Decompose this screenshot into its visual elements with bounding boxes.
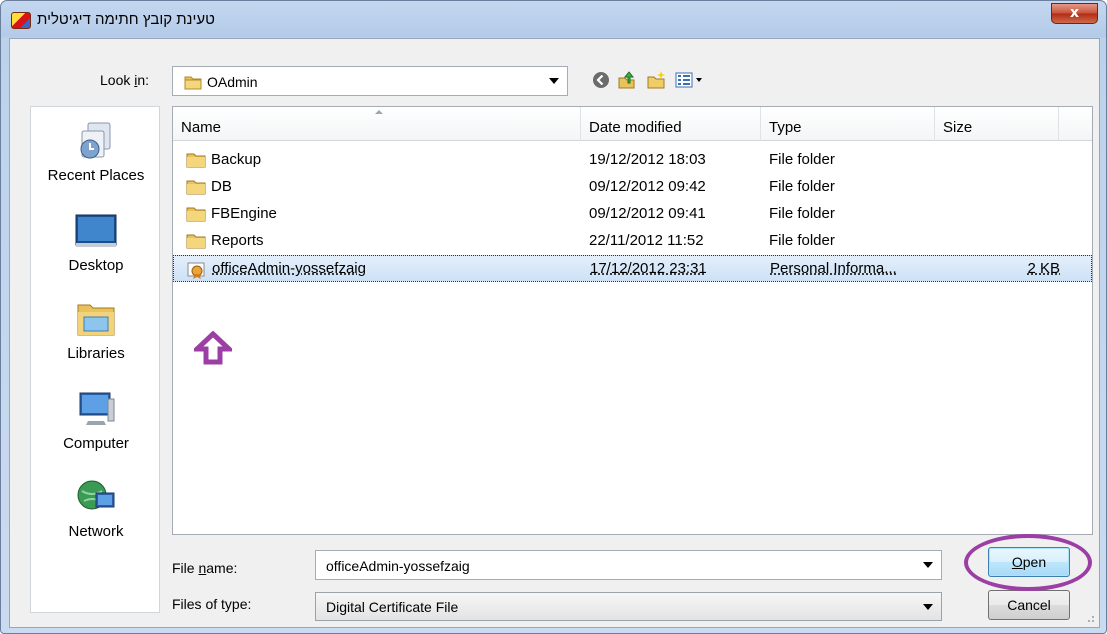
place-libraries[interactable]: Libraries bbox=[31, 297, 161, 362]
file-name: Reports bbox=[211, 232, 264, 249]
file-type: Personal Informa... bbox=[770, 260, 897, 277]
views-menu-button[interactable] bbox=[672, 69, 708, 91]
column-header-size[interactable]: Size bbox=[935, 107, 1059, 141]
file-row[interactable]: Reports 22/11/2012 11:52 File folder bbox=[173, 228, 1092, 255]
close-icon: x bbox=[1069, 5, 1080, 21]
file-type: File folder bbox=[769, 151, 835, 168]
place-label: Recent Places bbox=[47, 167, 145, 184]
chevron-down-icon[interactable] bbox=[923, 604, 933, 610]
file-name: DB bbox=[211, 178, 232, 195]
certificate-icon bbox=[187, 262, 205, 279]
file-row[interactable]: DB 09/12/2012 09:42 File folder bbox=[173, 174, 1092, 201]
computer-icon bbox=[74, 387, 118, 431]
column-header-name[interactable]: Name bbox=[173, 107, 581, 141]
close-button[interactable]: x bbox=[1051, 3, 1098, 24]
app-icon bbox=[11, 12, 31, 29]
look-in-combo[interactable]: OAdmin bbox=[172, 66, 568, 96]
file-open-dialog: טעינת קובץ חתימה דיגיטלית x Look in: OAd… bbox=[0, 0, 1107, 634]
file-row-selected[interactable]: officeAdmin-yossefzaig 17/12/2012 23:31 … bbox=[173, 255, 1092, 282]
up-folder-icon bbox=[618, 71, 635, 89]
file-type-value: Digital Certificate File bbox=[326, 599, 459, 615]
file-type: File folder bbox=[769, 232, 835, 249]
file-list[interactable]: Name Date modified Type Size Backup 19/1… bbox=[172, 106, 1093, 535]
place-label: Network bbox=[68, 523, 124, 540]
file-name-value: officeAdmin-yossefzaig bbox=[326, 558, 470, 574]
look-in-value: OAdmin bbox=[207, 74, 258, 90]
annotation-arrow-icon bbox=[194, 331, 232, 365]
dialog-client: Look in: OAdmin Recent Places Desktop Li… bbox=[9, 38, 1100, 628]
column-header-type[interactable]: Type bbox=[761, 107, 935, 141]
back-button[interactable] bbox=[590, 69, 612, 91]
file-type: File folder bbox=[769, 178, 835, 195]
file-name-label: File name: bbox=[172, 560, 238, 576]
place-label: Desktop bbox=[68, 257, 124, 274]
cancel-button[interactable]: Cancel bbox=[988, 590, 1070, 620]
look-in-label: Look in: bbox=[100, 72, 150, 88]
file-date: 19/12/2012 18:03 bbox=[589, 151, 706, 168]
chevron-down-icon[interactable] bbox=[549, 78, 559, 84]
file-size: 2 KB bbox=[1027, 260, 1060, 277]
file-date: 09/12/2012 09:42 bbox=[589, 178, 706, 195]
up-folder-button[interactable] bbox=[615, 69, 639, 91]
file-row[interactable]: Backup 19/12/2012 18:03 File folder bbox=[173, 147, 1092, 174]
folder-icon bbox=[186, 207, 206, 222]
file-name: FBEngine bbox=[211, 205, 277, 222]
file-row[interactable]: FBEngine 09/12/2012 09:41 File folder bbox=[173, 201, 1092, 228]
folder-icon bbox=[186, 153, 206, 168]
place-label: Libraries bbox=[67, 345, 125, 362]
folder-icon bbox=[184, 76, 202, 90]
file-date: 17/12/2012 23:31 bbox=[590, 260, 707, 277]
file-date: 22/11/2012 11:52 bbox=[589, 232, 704, 249]
desktop-icon bbox=[74, 209, 118, 253]
file-type: File folder bbox=[769, 205, 835, 222]
place-network[interactable]: Network bbox=[31, 475, 161, 540]
file-list-header: Name Date modified Type Size bbox=[173, 107, 1092, 141]
folder-icon bbox=[186, 180, 206, 195]
back-arrow-icon bbox=[593, 72, 609, 88]
title-bar[interactable]: טעינת קובץ חתימה דיגיטלית x bbox=[1, 1, 1106, 37]
column-header-date[interactable]: Date modified bbox=[581, 107, 761, 141]
place-desktop[interactable]: Desktop bbox=[31, 209, 161, 274]
place-recent-places[interactable]: Recent Places bbox=[31, 119, 161, 184]
place-computer[interactable]: Computer bbox=[31, 387, 161, 452]
new-folder-icon bbox=[647, 71, 665, 89]
new-folder-button[interactable] bbox=[644, 69, 668, 91]
annotation-oval bbox=[964, 534, 1092, 591]
file-name: officeAdmin-yossefzaig bbox=[212, 260, 366, 277]
libraries-icon bbox=[74, 297, 118, 341]
folder-icon bbox=[186, 234, 206, 249]
places-bar: Recent Places Desktop Libraries Computer… bbox=[30, 106, 160, 613]
resize-grip-icon[interactable] bbox=[1085, 613, 1095, 623]
chevron-down-icon[interactable] bbox=[923, 562, 933, 568]
window-title: טעינת קובץ חתימה דיגיטלית bbox=[37, 11, 215, 28]
file-type-select[interactable]: Digital Certificate File bbox=[315, 592, 942, 621]
file-type-label: Files of type: bbox=[172, 596, 252, 612]
views-menu-icon bbox=[675, 72, 702, 88]
place-label: Computer bbox=[63, 435, 129, 452]
file-name-field[interactable]: officeAdmin-yossefzaig bbox=[315, 550, 942, 580]
network-icon bbox=[74, 475, 118, 519]
file-date: 09/12/2012 09:41 bbox=[589, 205, 706, 222]
file-name: Backup bbox=[211, 151, 262, 168]
sort-arrow-icon bbox=[375, 110, 383, 114]
recent-places-icon bbox=[74, 119, 118, 163]
